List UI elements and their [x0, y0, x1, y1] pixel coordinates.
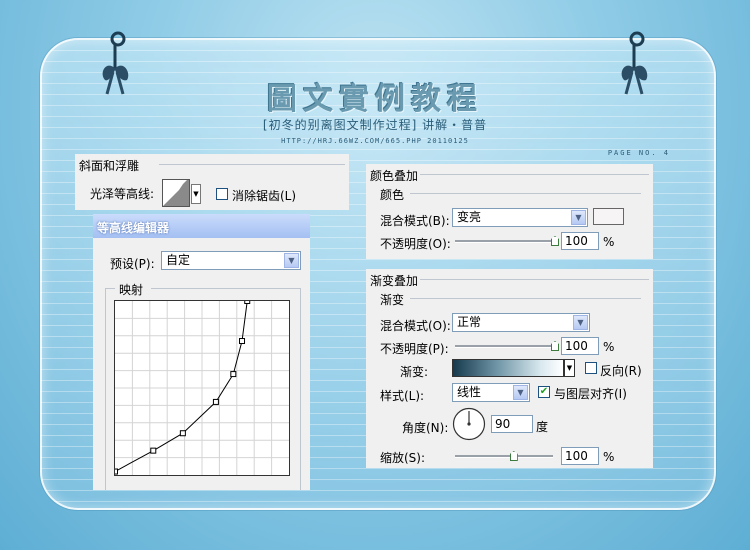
percent-sign: % [603, 235, 615, 249]
gradient-group-title: 渐变 [380, 293, 405, 307]
gloss-contour-dropdown[interactable]: ▼ [191, 184, 201, 204]
angle-input[interactable]: 90 [491, 415, 533, 433]
color-blend-select[interactable]: 变亮 ▼ [452, 208, 588, 227]
bevel-panel: 斜面和浮雕 光泽等高线: ▼ 消除锯齿(L) [75, 154, 349, 210]
curve-point[interactable] [150, 447, 157, 454]
curve-point[interactable] [114, 468, 118, 475]
divider [159, 164, 345, 165]
color-blend-label: 混合模式(B): [380, 214, 450, 228]
preset-select[interactable]: 自定 ▼ [161, 251, 301, 270]
contour-curve [115, 301, 248, 472]
chevron-down-icon: ▼ [573, 315, 588, 330]
color-opacity-input[interactable]: 100 [561, 232, 599, 250]
gradient-opacity-input[interactable]: 100 [561, 337, 599, 355]
gradient-label: 渐变: [400, 365, 429, 379]
page-subtitle: [初冬的别离图文制作过程] 讲解・普普 [262, 118, 488, 132]
antialias-label: 消除锯齿(L) [232, 189, 297, 203]
gradient-blend-value: 正常 [457, 315, 482, 329]
contour-editor-dialog: 等高线编辑器 预设(P): 自定 ▼ 映射 [93, 214, 310, 490]
align-layer-checkbox[interactable]: ✔ [538, 386, 550, 398]
percent-sign: % [603, 340, 615, 354]
curve-point[interactable] [179, 430, 186, 437]
gloss-contour-picker[interactable] [162, 179, 190, 207]
color-swatch[interactable] [593, 208, 624, 225]
contour-graph[interactable] [114, 300, 290, 476]
preset-label: 预设(P): [110, 257, 155, 271]
scale-label: 缩放(S): [380, 451, 426, 465]
reverse-label: 反向(R) [600, 364, 642, 378]
angle-label: 角度(N): [402, 421, 449, 435]
gloss-contour-label: 光泽等高线: [90, 187, 155, 201]
gradient-dropdown[interactable]: ▼ [564, 359, 575, 377]
curve-point[interactable] [244, 300, 251, 304]
gradient-blend-label: 混合模式(O): [380, 319, 451, 333]
page-title: 圖文實例教程 [267, 82, 483, 117]
bevel-title: 斜面和浮雕 [79, 159, 140, 173]
gradient-opacity-slider-thumb[interactable] [551, 341, 559, 351]
align-layer-label: 与图层对齐(I) [554, 387, 627, 401]
angle-unit: 度 [536, 420, 549, 434]
gradient-opacity-label: 不透明度(P): [380, 342, 449, 356]
color-overlay-title: 颜色叠加 [370, 169, 419, 183]
style-label: 样式(L): [380, 389, 425, 403]
scale-slider-track[interactable] [455, 455, 553, 458]
gradient-opacity-slider-track[interactable] [455, 345, 557, 348]
contour-thumbnail-icon [163, 180, 189, 206]
contour-editor-titlebar: 等高线编辑器 [93, 214, 310, 238]
antialias-checkbox[interactable] [216, 188, 228, 200]
scale-slider-thumb[interactable] [509, 451, 518, 461]
gradient-overlay-title: 渐变叠加 [370, 274, 419, 288]
divider [410, 298, 641, 299]
color-opacity-slider-track[interactable] [455, 240, 557, 243]
style-select[interactable]: 线性 ▼ [452, 383, 530, 402]
color-overlay-panel: 颜色叠加 颜色 混合模式(B): 变亮 ▼ 不透明度(O): 100 % [366, 164, 653, 259]
divider [410, 193, 641, 194]
divider [420, 279, 649, 280]
curve-point[interactable] [212, 398, 219, 405]
percent-sign: % [603, 450, 615, 464]
curve-point[interactable] [239, 338, 246, 345]
color-group-title: 颜色 [380, 188, 405, 202]
contour-editor-title: 等高线编辑器 [97, 221, 170, 235]
curve-point[interactable] [230, 371, 237, 378]
color-blend-value: 变亮 [457, 210, 482, 224]
chevron-down-icon: ▼ [571, 210, 586, 225]
angle-dial[interactable] [452, 407, 486, 441]
chevron-down-icon: ▼ [513, 385, 528, 400]
source-url: HTTP://HRJ.66WZ.COM/665.PHP 20110125 [281, 137, 469, 145]
divider [420, 174, 649, 175]
gradient-preview[interactable] [452, 359, 564, 377]
gradient-blend-select[interactable]: 正常 ▼ [452, 313, 590, 332]
gradient-overlay-panel: 渐变叠加 渐变 混合模式(O): 正常 ▼ 不透明度(P): 100 % 渐变:… [366, 269, 653, 468]
scale-input[interactable]: 100 [561, 447, 599, 465]
reverse-checkbox[interactable] [585, 362, 597, 374]
color-opacity-label: 不透明度(O): [380, 237, 451, 251]
color-opacity-slider-thumb[interactable] [551, 236, 559, 246]
page-number: PAGE NO. 4 [607, 149, 670, 157]
style-value: 线性 [457, 385, 482, 399]
preset-value: 自定 [166, 253, 191, 267]
chevron-down-icon: ▼ [284, 253, 299, 268]
